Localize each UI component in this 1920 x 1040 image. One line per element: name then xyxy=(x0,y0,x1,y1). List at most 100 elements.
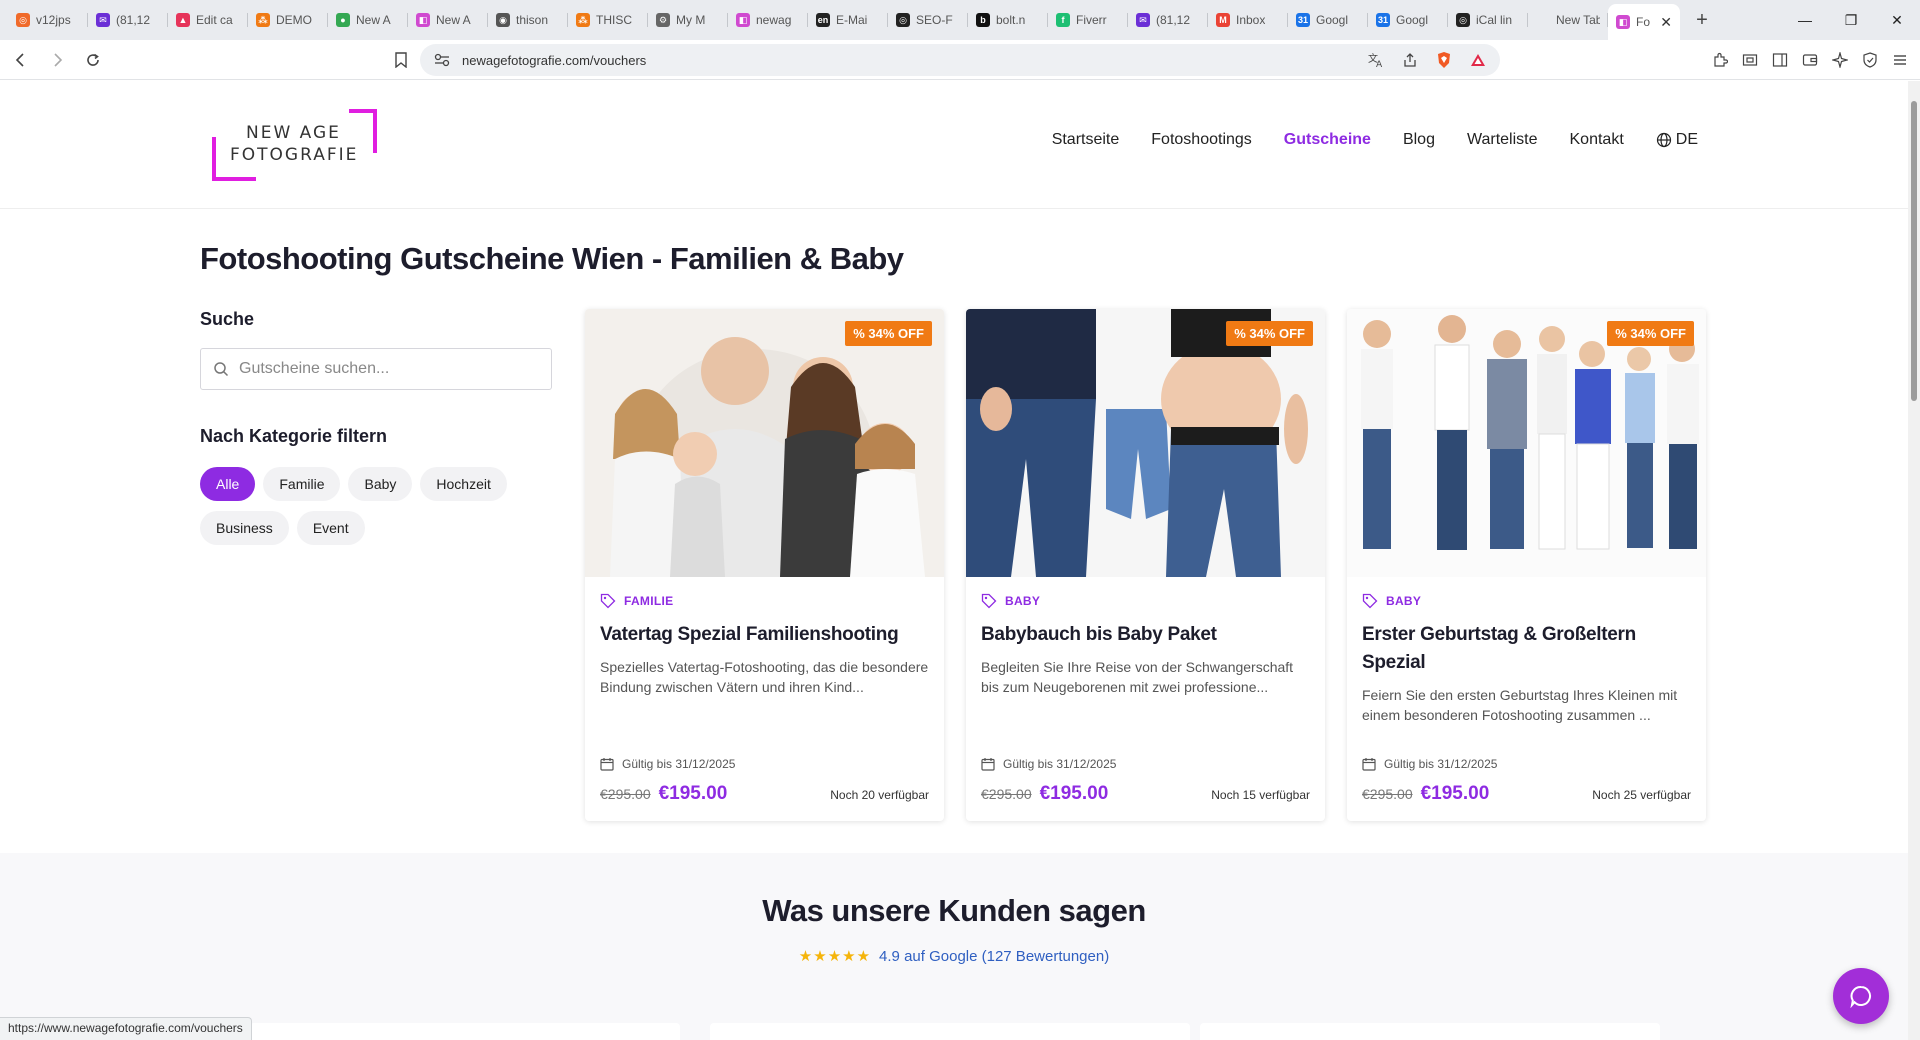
globe-icon xyxy=(1656,132,1671,148)
google-rating[interactable]: ★★★★★ 4.9 auf Google (127 Bewertungen) xyxy=(0,947,1908,966)
browser-tab[interactable]: ✉ (81,12 xyxy=(88,4,168,36)
availability: Noch 20 verfügbar xyxy=(830,788,929,802)
new-tab-icon[interactable]: + xyxy=(1688,6,1716,34)
tab-title: E-Mai xyxy=(836,13,868,27)
price-row: €295.00 €195.00 Noch 15 verfügbar xyxy=(981,783,1310,805)
browser-tab[interactable]: ● New A xyxy=(328,4,408,36)
site-logo[interactable]: NEW AGE FOTOGRAFIE xyxy=(212,109,377,181)
nav-startseite[interactable]: Startseite xyxy=(1052,131,1120,149)
reviews-section: Was unsere Kunden sagen ★★★★★ 4.9 auf Go… xyxy=(0,853,1908,1040)
translate-icon[interactable]: 文A xyxy=(1366,50,1386,70)
browser-tab[interactable]: ◎ iCal lin xyxy=(1448,4,1528,36)
reviews-heading: Was unsere Kunden sagen xyxy=(762,893,1146,928)
brave-rewards-icon[interactable] xyxy=(1468,50,1488,70)
tab-title: thison xyxy=(516,13,549,27)
browser-tab[interactable]: ◉ thison xyxy=(488,4,568,36)
nav-warteliste[interactable]: Warteliste xyxy=(1467,131,1538,149)
sidebar-toggle-icon[interactable] xyxy=(1770,45,1790,75)
chip-hochzeit[interactable]: Hochzeit xyxy=(420,467,507,501)
brave-shield-icon[interactable] xyxy=(1434,50,1454,70)
chip-event[interactable]: Event xyxy=(296,511,365,545)
chip-business[interactable]: Business xyxy=(200,511,289,545)
browser-tab[interactable]: ⁂ THISC xyxy=(568,4,648,36)
browser-tab[interactable]: 31 Googl xyxy=(1368,4,1448,36)
browser-tab[interactable]: ◎ v12jps xyxy=(8,4,88,36)
voucher-card[interactable]: % 34% OFF BABY Erster Geburtstag & Große… xyxy=(1347,309,1706,821)
voucher-title[interactable]: Vatertag Spezial Familienshooting xyxy=(600,621,929,649)
voucher-image-group[interactable]: % 34% OFF xyxy=(1347,309,1706,577)
voucher-description: Spezielles Vatertag-Fotoshooting, das di… xyxy=(600,659,929,695)
tab-title: newag xyxy=(756,13,792,27)
current-price: €195.00 xyxy=(658,783,728,804)
tab-title: (81,12 xyxy=(1156,13,1191,27)
extensions-icon[interactable] xyxy=(1710,45,1730,75)
nav-kontakt[interactable]: Kontakt xyxy=(1570,131,1624,149)
voucher-category: BABY xyxy=(981,593,1310,609)
chip-alle[interactable]: Alle xyxy=(200,467,256,501)
browser-tab[interactable]: ◎ SEO-F xyxy=(888,4,968,36)
search-input[interactable] xyxy=(239,360,529,378)
vpn-shield-icon[interactable] xyxy=(1860,45,1880,75)
browser-tab[interactable]: f Fiverr xyxy=(1048,4,1128,36)
voucher-category: FAMILIE xyxy=(600,593,929,609)
tab-title: iCal lin xyxy=(1476,13,1513,27)
price-row: €295.00 €195.00 Noch 20 verfügbar xyxy=(600,783,929,805)
tab-title: Fiverr xyxy=(1076,13,1107,27)
chip-baby[interactable]: Baby xyxy=(348,467,413,501)
nav-blog[interactable]: Blog xyxy=(1403,131,1435,149)
voucher-title[interactable]: Babybauch bis Baby Paket xyxy=(981,621,1310,649)
close-window-icon[interactable]: ✕ xyxy=(1874,0,1920,40)
browser-tab[interactable]: M Inbox xyxy=(1208,4,1288,36)
browser-tab[interactable]: ◧ New A xyxy=(408,4,488,36)
browser-tab[interactable]: ⁂ DEMO xyxy=(248,4,328,36)
voucher-image-family[interactable]: % 34% OFF xyxy=(585,309,944,577)
search-field[interactable] xyxy=(200,348,552,390)
voucher-card[interactable]: % 34% OFF BABY Babybauch bis Baby Paket … xyxy=(966,309,1325,821)
close-tab-icon[interactable]: ✕ xyxy=(1660,14,1672,31)
rating-text[interactable]: 4.9 auf Google (127 Bewertungen) xyxy=(879,948,1109,965)
language-switcher[interactable]: DE xyxy=(1656,131,1698,149)
menu-icon[interactable] xyxy=(1890,45,1910,75)
tab-favicon-icon: M xyxy=(1216,13,1230,27)
chat-button[interactable] xyxy=(1833,968,1889,1024)
browser-tab[interactable]: ◧ newag xyxy=(728,4,808,36)
browser-tab[interactable]: ✉ (81,12 xyxy=(1128,4,1208,36)
share-icon[interactable] xyxy=(1400,50,1420,70)
address-bar[interactable]: newagefotografie.com/vouchers 文A xyxy=(420,44,1500,76)
tab-favicon-icon: ✉ xyxy=(96,13,110,27)
site-info-icon[interactable] xyxy=(432,50,452,70)
restore-icon[interactable]: ❐ xyxy=(1828,0,1874,40)
minimize-icon[interactable]: — xyxy=(1782,0,1828,40)
browser-tab[interactable]: 31 Googl xyxy=(1288,4,1368,36)
browser-tab-active[interactable]: ◧ Fo ✕ xyxy=(1608,4,1680,40)
browser-tab-strip: ◎ v12jps ✉ (81,12 ▲ Edit ca ⁂ DEMO ● New A ◧ New A ◉… xyxy=(0,0,1920,40)
screenshot-icon[interactable] xyxy=(1740,45,1760,75)
voucher-card[interactable]: % 34% OFF FAMILIE Vatertag Spezial Famil… xyxy=(585,309,944,821)
voucher-image-pregnancy[interactable]: % 34% OFF xyxy=(966,309,1325,577)
browser-tab[interactable]: b bolt.n xyxy=(968,4,1048,36)
nav-gutscheine[interactable]: Gutscheine xyxy=(1284,131,1371,149)
page-scrollbar[interactable] xyxy=(1908,81,1920,1040)
browser-tab[interactable]: en E-Mai xyxy=(808,4,888,36)
validity-text: Gültig bis 31/12/2025 xyxy=(1384,757,1498,771)
wallet-icon[interactable] xyxy=(1800,45,1820,75)
calendar-icon xyxy=(600,758,614,771)
forward-icon[interactable] xyxy=(42,45,72,75)
chip-familie[interactable]: Familie xyxy=(263,467,341,501)
percent-icon: % xyxy=(1234,326,1246,341)
discount-badge: % 34% OFF xyxy=(1226,321,1313,346)
tab-favicon-icon: ⁂ xyxy=(576,13,590,27)
voucher-title[interactable]: Erster Geburtstag & Großeltern Spezial xyxy=(1362,621,1691,677)
tab-title: Inbox xyxy=(1236,13,1266,27)
nav-fotoshootings[interactable]: Fotoshootings xyxy=(1151,131,1252,149)
browser-tab[interactable]: ⚙ My M xyxy=(648,4,728,36)
back-icon[interactable] xyxy=(6,45,36,75)
validity-text: Gültig bis 31/12/2025 xyxy=(1003,757,1117,771)
reload-icon[interactable] xyxy=(78,45,108,75)
browser-tab[interactable]: ▲ Edit ca xyxy=(168,4,248,36)
browser-tab[interactable]: New Tab xyxy=(1528,4,1608,36)
url-text[interactable]: newagefotografie.com/vouchers xyxy=(462,53,646,68)
bookmark-icon[interactable] xyxy=(386,45,416,75)
scrollbar-thumb[interactable] xyxy=(1911,101,1917,401)
leo-ai-icon[interactable] xyxy=(1830,45,1850,75)
